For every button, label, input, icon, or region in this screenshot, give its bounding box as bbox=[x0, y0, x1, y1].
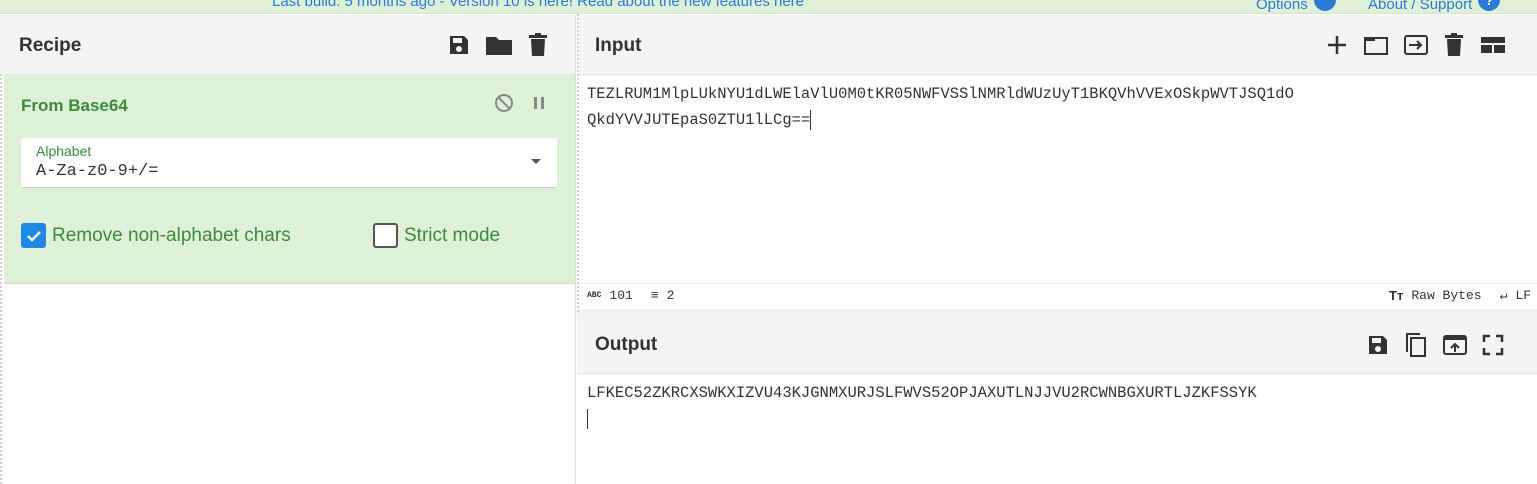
disable-icon[interactable] bbox=[494, 93, 514, 113]
top-banner: Last build: 5 months ago - Version 10 is… bbox=[0, 0, 1537, 14]
operation-title: From Base64 bbox=[21, 96, 128, 115]
window-icon[interactable] bbox=[1363, 33, 1389, 57]
char-count: 101 bbox=[609, 288, 633, 303]
chevron-down-icon bbox=[531, 159, 541, 164]
support-label: About / Support bbox=[1368, 0, 1473, 13]
input-line-1: TEZLRUM1MlpLUkNYU1dLWElaVlU0M0tKR05NWFVS… bbox=[587, 85, 1294, 103]
replace-input-icon[interactable] bbox=[1442, 332, 1468, 358]
eol-icon: ↵ bbox=[1499, 288, 1508, 303]
char-count-icon: ABC bbox=[587, 291, 602, 300]
text-cursor bbox=[810, 109, 812, 130]
line-count-icon: ≡ bbox=[650, 288, 659, 303]
line-count: 2 bbox=[666, 288, 675, 303]
input-header: Input bbox=[577, 15, 1537, 75]
recipe-title: Recipe bbox=[19, 35, 82, 56]
remove-non-alphabet-option[interactable]: Remove non-alphabet chars bbox=[21, 223, 291, 248]
eol-selector[interactable]: LF bbox=[1515, 288, 1531, 303]
input-title: Input bbox=[595, 35, 642, 56]
options-label: Options bbox=[1256, 0, 1308, 13]
alphabet-label: Alphabet bbox=[36, 143, 92, 159]
plus-icon[interactable] bbox=[1325, 33, 1349, 57]
help-icon: ? bbox=[1478, 0, 1501, 11]
text-cursor bbox=[587, 408, 588, 429]
alphabet-value: A-Za-z0-9+/= bbox=[36, 162, 159, 181]
trash-icon[interactable] bbox=[527, 33, 549, 57]
import-icon[interactable] bbox=[1403, 33, 1429, 57]
folder-icon[interactable] bbox=[485, 33, 513, 57]
from-base64-operation[interactable]: From Base64 Alphabet A-Za-z0-9+/= Remove… bbox=[4, 75, 575, 284]
remove-non-alphabet-label: Remove non-alphabet chars bbox=[52, 224, 291, 246]
gear-icon bbox=[1313, 0, 1336, 11]
trash-icon[interactable] bbox=[1443, 33, 1465, 57]
strict-mode-checkbox[interactable] bbox=[373, 223, 398, 248]
input-panel: Input TEZLRUM1MlpLUkNYU1dLWElaVlU0M0tKR0… bbox=[577, 15, 1537, 309]
alphabet-select[interactable]: Alphabet A-Za-z0-9+/= bbox=[21, 138, 557, 188]
recipe-header: Recipe bbox=[0, 15, 575, 75]
build-info-link[interactable]: Last build: 5 months ago - Version 10 is… bbox=[272, 0, 804, 10]
save-icon[interactable] bbox=[1366, 332, 1390, 358]
encoding-selector[interactable]: Raw Bytes bbox=[1411, 288, 1481, 303]
save-icon[interactable] bbox=[447, 33, 471, 57]
strict-mode-option[interactable]: Strict mode bbox=[373, 223, 500, 248]
fullscreen-icon[interactable] bbox=[1482, 332, 1504, 358]
text-size-icon: Tт bbox=[1389, 288, 1404, 303]
output-textarea[interactable]: LFKEC52ZKRCXSWKXIZVU43KJGNMXURJSLFWVS52O… bbox=[577, 374, 1537, 484]
remove-non-alphabet-checkbox[interactable] bbox=[21, 223, 46, 248]
input-line-2: QkdYVVJUTEpaS0ZTU1lLCg== bbox=[587, 111, 811, 129]
pause-icon[interactable] bbox=[532, 93, 546, 113]
output-title: Output bbox=[595, 334, 658, 355]
recipe-panel: Recipe From Base64 Alphabet A-Za-z0-9+/=… bbox=[0, 15, 576, 484]
strict-mode-label: Strict mode bbox=[404, 224, 501, 246]
copy-icon[interactable] bbox=[1404, 332, 1428, 358]
output-panel: Output LFKEC52ZKRCXSWKXIZVU43KJGNMXURJSL… bbox=[577, 14, 1537, 484]
support-link[interactable]: About / Support ? bbox=[1368, 0, 1501, 13]
output-header: Output bbox=[577, 314, 1537, 374]
options-link[interactable]: Options bbox=[1256, 0, 1336, 13]
input-textarea[interactable]: TEZLRUM1MlpLUkNYU1dLWElaVlU0M0tKR05NWFVS… bbox=[577, 75, 1537, 283]
output-text: LFKEC52ZKRCXSWKXIZVU43KJGNMXURJSLFWVS52O… bbox=[587, 384, 1257, 402]
layout-icon[interactable] bbox=[1479, 33, 1507, 57]
input-status-bar: ABC 101 ≡ 2 Tт Raw Bytes ↵ LF bbox=[577, 283, 1537, 309]
